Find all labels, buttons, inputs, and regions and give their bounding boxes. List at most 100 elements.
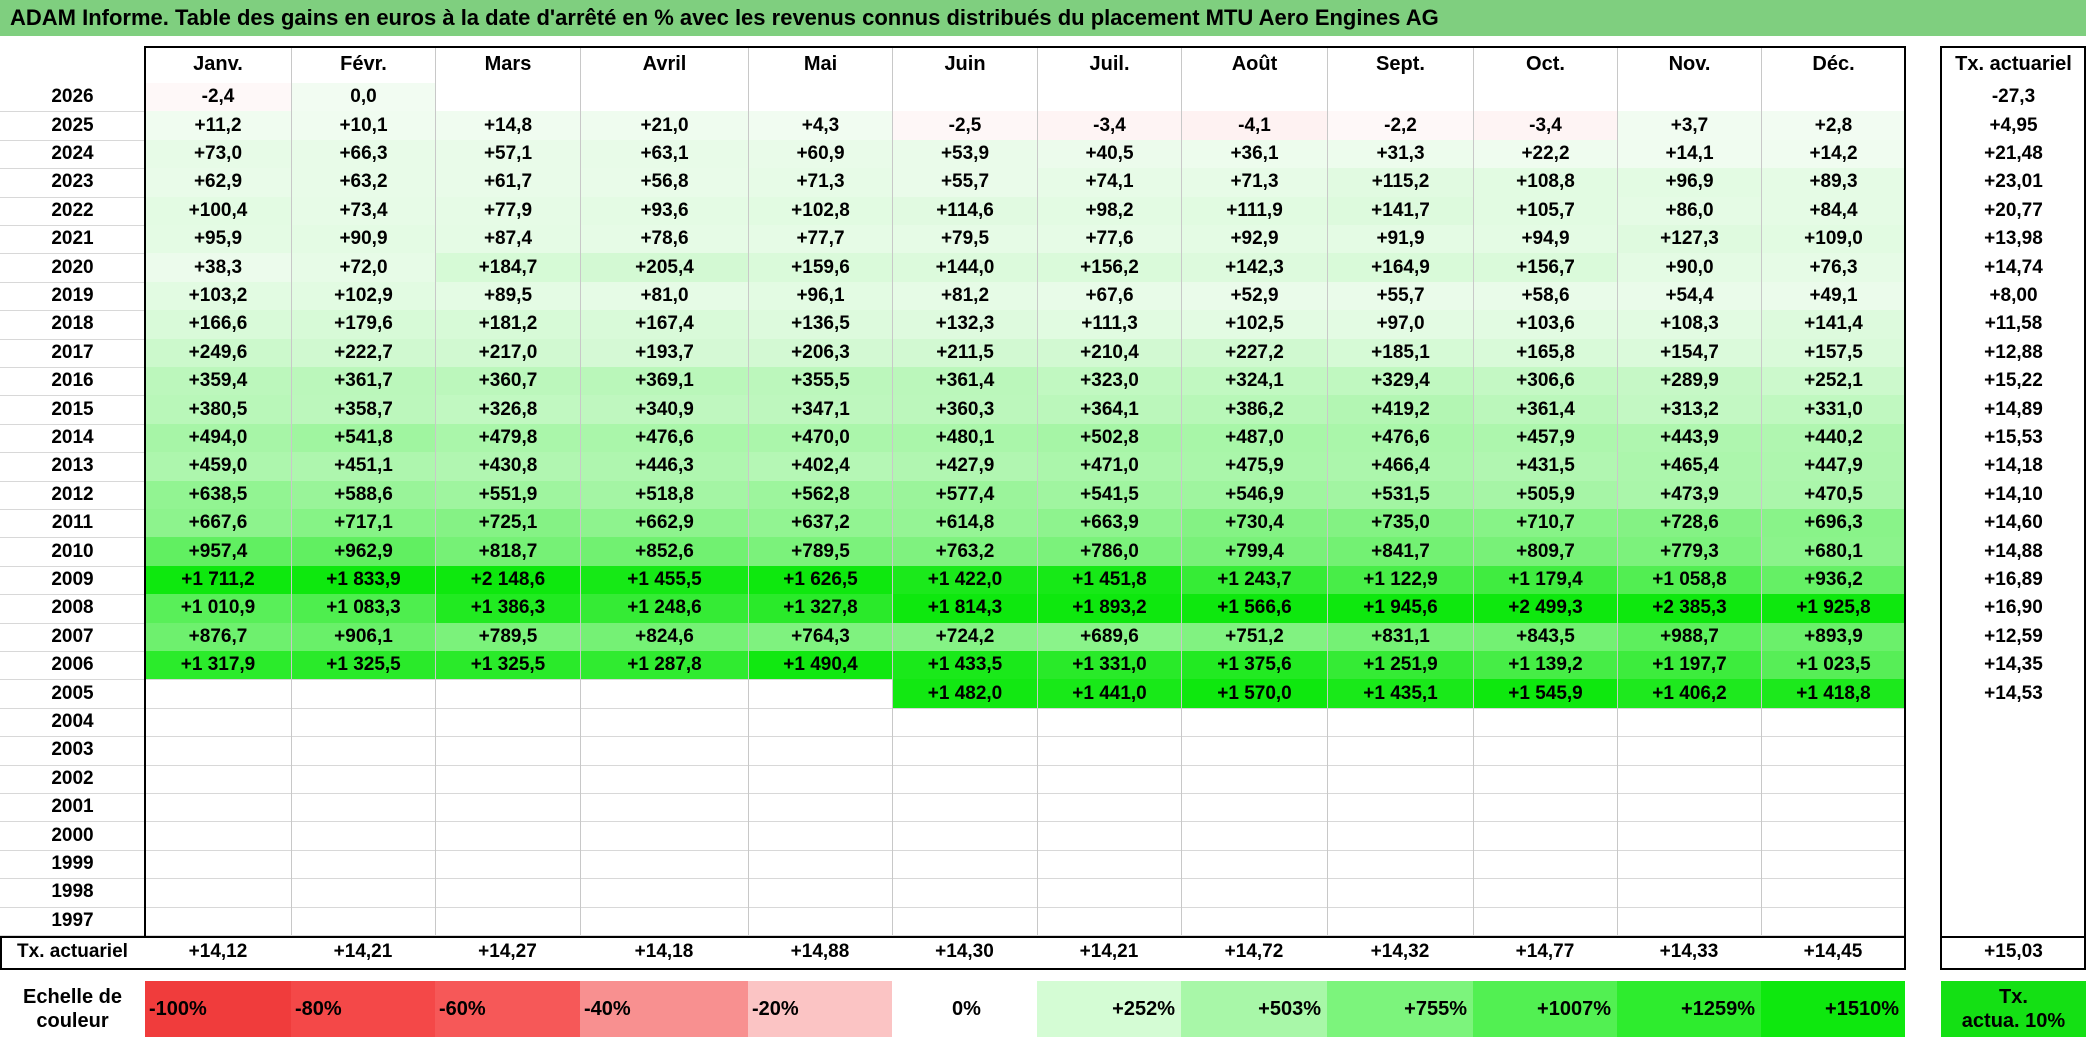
value-cell: +1 925,8 [1761,594,1905,623]
scale-label-line: couleur [36,1010,109,1032]
value-cell: +1 833,9 [291,565,435,595]
value-cell: +84,4 [1761,196,1905,225]
year-label: 2011 [51,512,94,534]
scale-step: +1259% [1617,981,1761,1037]
value-cell: +728,6 [1617,509,1761,538]
value-cell: +1 325,5 [435,651,580,680]
value-cell [892,764,1037,793]
value-cell [435,878,580,907]
border-right-table [1904,46,1906,936]
value-cell: +841,7 [1327,537,1473,566]
value-cell: +505,9 [1473,480,1617,509]
value-cell: +431,5 [1473,452,1617,481]
value-cell: +217,0 [435,338,580,367]
value-cell: +67,6 [1037,281,1181,311]
value-cell: +1 243,7 [1181,565,1327,595]
value-cell: +77,6 [1037,225,1181,254]
scale-step: +755% [1327,981,1473,1037]
value-cell: +1 435,1 [1327,679,1473,708]
rate-cell [1941,907,2086,935]
value-cell [145,736,291,764]
footer-value: +14,21 [333,941,393,962]
value-cell: +252,1 [1761,367,1905,396]
value-cell: +360,7 [435,367,580,396]
year-label: 2003 [51,739,94,761]
value-cell: +63,1 [580,139,748,169]
value-cell: +164,9 [1327,253,1473,282]
value-cell [1473,707,1617,737]
value-cell: +77,7 [748,225,892,254]
scale-step: 0% [892,981,1037,1037]
value-cell [580,906,748,935]
scale-step: -20% [748,981,892,1037]
value-cell: +63,2 [291,168,435,197]
value-cell: +222,7 [291,338,435,367]
value-cell: +364,1 [1037,395,1181,424]
value-cell [145,679,291,707]
value-cell: +447,9 [1761,452,1905,481]
footer-rate: +15,03 [1984,941,2043,962]
value-cell [435,679,580,708]
value-cell [435,83,580,112]
value-cell: +689,6 [1037,622,1181,651]
value-cell: +74,1 [1037,168,1181,197]
value-cell: +369,1 [580,367,748,396]
value-cell: +55,7 [892,168,1037,197]
value-cell: +109,0 [1761,225,1905,254]
value-cell [1037,707,1181,737]
value-cell [1327,878,1473,907]
value-cell: +62,9 [145,168,291,197]
value-cell [1181,793,1327,822]
value-cell [145,878,291,906]
year-label: 2004 [51,710,94,732]
value-cell: +360,3 [892,395,1037,424]
value-cell [1761,878,1905,907]
value-cell [291,906,435,935]
value-cell: +764,3 [748,622,892,651]
value-cell [1473,821,1617,850]
value-cell [892,878,1037,907]
value-cell: +1 386,3 [435,594,580,623]
value-cell: +427,9 [892,452,1037,481]
value-cell [580,849,748,879]
value-cell: +1 626,5 [748,565,892,595]
value-cell [1327,764,1473,793]
scale-rate-line: actua. 10% [1961,1010,2066,1032]
rate-cell: +16,89 [1984,568,2043,590]
value-cell: +102,9 [291,281,435,311]
value-cell: +459,0 [145,452,291,481]
rate-cell: +14,60 [1984,512,2043,534]
value-cell [1761,707,1905,737]
value-cell: +166,6 [145,310,291,339]
month-header: Juin [892,46,1037,83]
value-cell: +97,0 [1327,310,1473,339]
value-cell [892,793,1037,822]
border-top-table [144,46,1906,48]
value-cell: +710,7 [1473,509,1617,538]
value-cell: +14,2 [1761,139,1905,169]
value-cell [145,907,291,935]
value-cell: +446,3 [580,452,748,481]
year-label: 2015 [51,398,94,420]
value-cell: +470,0 [748,423,892,453]
footer-value: +14,32 [1370,941,1430,962]
value-cell: +789,5 [435,622,580,651]
value-cell: +1 455,5 [580,565,748,595]
value-cell [1037,83,1181,112]
value-cell [1761,764,1905,793]
value-cell [1037,764,1181,793]
border-footer-rate-bottom [1940,968,2086,970]
rate-cell [1941,850,2086,878]
value-cell: +108,3 [1617,310,1761,339]
value-cell: +38,3 [145,253,291,282]
value-cell: +89,5 [435,281,580,311]
value-cell: +11,2 [145,111,291,140]
value-cell [435,736,580,765]
scale-step: -100% [145,981,291,1037]
value-cell: +102,5 [1181,310,1327,339]
value-cell [1181,764,1327,793]
value-cell: +2 385,3 [1617,594,1761,623]
value-cell: +546,9 [1181,480,1327,509]
value-cell: +1 433,5 [892,651,1037,680]
value-cell [580,878,748,907]
